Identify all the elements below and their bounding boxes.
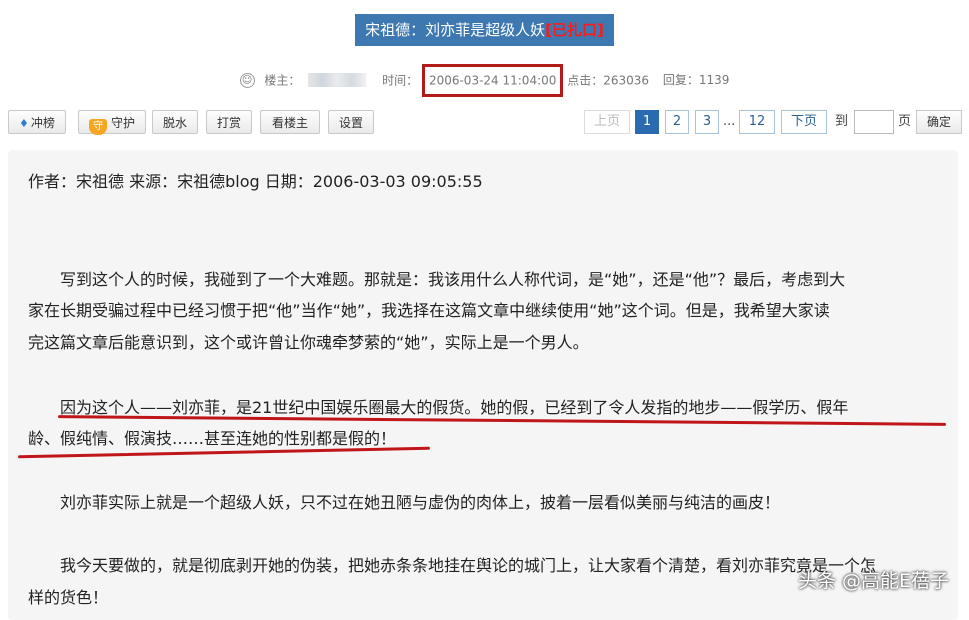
smiley-icon: ☺ — [239, 72, 255, 88]
thread-status-tag: [已扎口] — [545, 21, 604, 39]
toolbar: ♦ 冲榜 守守护 脱水 打赏 看楼主 设置 上页 1 2 3 ... 12 下页 … — [8, 110, 963, 136]
post-line: 刘亦菲实际上就是一个超级人妖，只不过在她丑陋与虚伪的肉体上，披着一层看似美丽与纯… — [28, 493, 781, 512]
kanlouzhu-button[interactable]: 看楼主 — [260, 110, 320, 134]
post-line: 家在长期受骗过程中已经习惯于把“他”当作“她”，我选择在这篇文章中继续使用“她”… — [28, 301, 830, 320]
post-header-line: 作者：宋祖德 来源：宋祖德blog 日期：2006-03-03 09:05:55 — [28, 172, 483, 191]
post-body: 作者：宋祖德 来源：宋祖德blog 日期：2006-03-03 09:05:55… — [8, 150, 958, 620]
chongbang-button[interactable]: ♦ 冲榜 — [8, 110, 66, 134]
dashang-button[interactable]: 打赏 — [206, 110, 252, 134]
reply-count: 回复：1139 — [662, 73, 730, 88]
prev-page-button[interactable]: 上页 — [584, 110, 630, 134]
thread-meta: ☺ 楼主： 时间： 2006-03-24 11:04:00 点击：263036 … — [0, 64, 969, 97]
page-3-button[interactable]: 3 — [695, 110, 719, 134]
page-jump-input[interactable] — [854, 110, 894, 134]
page-1-button[interactable]: 1 — [635, 110, 659, 134]
chongbang-label: 冲榜 — [30, 116, 55, 130]
page-12-button[interactable]: 12 — [739, 110, 775, 134]
page-unit-label: 页 — [898, 114, 912, 129]
thread-title: 宋祖德：刘亦菲是超级人妖[已扎口] — [355, 14, 614, 46]
time-value: 2006-03-24 11:04:00 — [428, 73, 557, 88]
post-line: 样的货色！ — [28, 588, 109, 607]
post-line: 写到这个人的时候，我碰到了一个大难题。那就是：我该用什么人称代词，是“她”，还是… — [28, 270, 846, 289]
shouhu-button[interactable]: 守守护 — [78, 110, 146, 135]
page-ellipsis: ... — [723, 114, 736, 129]
click-count: 点击：263036 — [567, 73, 650, 88]
shouhu-label: 守护 — [110, 116, 135, 130]
tuoshui-button[interactable]: 脱水 — [152, 110, 198, 134]
thread-title-text: 宋祖德：刘亦菲是超级人妖 — [365, 21, 546, 39]
pagination: 上页 1 2 3 ... 12 下页 到 页 确定 — [584, 110, 963, 134]
diamond-icon: ♦ — [19, 117, 29, 130]
shield-icon: 守 — [88, 119, 107, 135]
next-page-button[interactable]: 下页 — [781, 110, 827, 134]
time-label: 时间： — [382, 73, 419, 88]
thread-title-wrap: 宋祖德：刘亦菲是超级人妖[已扎口] — [0, 14, 969, 46]
goto-label: 到 — [835, 114, 849, 129]
page-2-button[interactable]: 2 — [665, 110, 689, 134]
poster-name-blurred[interactable] — [308, 73, 367, 88]
shezhi-button[interactable]: 设置 — [328, 110, 374, 134]
post-line: 完这篇文章后能意识到，这个或许曾让你魂牵梦萦的“她”，实际上是一个男人。 — [28, 333, 589, 352]
confirm-button[interactable]: 确定 — [916, 110, 962, 134]
post-line: 我今天要做的，就是彻底剥开她的伪装，把她赤条条地挂在舆论的城门上，让大家看个清楚… — [28, 556, 877, 575]
poster-label: 楼主： — [264, 73, 301, 88]
watermark: 头条 @高能E蓓子 — [797, 570, 949, 592]
time-highlight-box: 2006-03-24 11:04:00 — [421, 64, 564, 97]
post-line-highlighted: 龄、假纯情、假演技……甚至连她的性别都是假的！ — [28, 429, 397, 448]
